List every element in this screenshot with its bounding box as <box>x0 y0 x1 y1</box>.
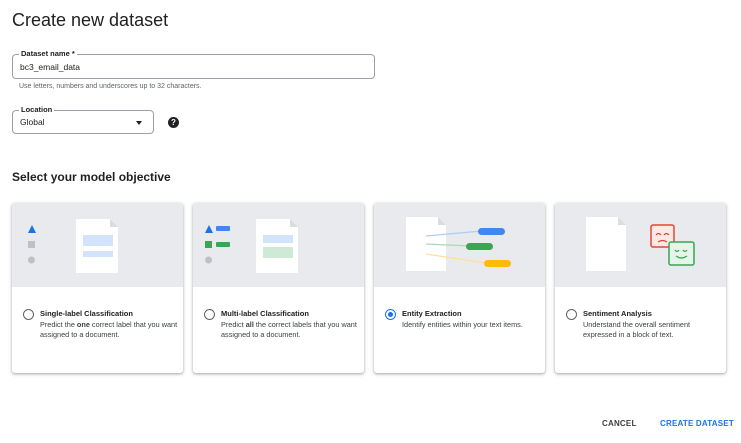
entity-extraction-description: Identify entities within your text items… <box>402 320 523 329</box>
single-label-illustration <box>12 203 183 287</box>
sentiment-analysis-description: Understand the overall sentiment express… <box>583 320 691 339</box>
dataset-name-input[interactable]: bc3_email_data <box>20 62 80 72</box>
page-title: Create new dataset <box>12 10 169 30</box>
location-label: Location <box>19 105 55 115</box>
entity-extraction-radio[interactable] <box>385 309 396 320</box>
multi-label-illustration-icon <box>205 219 298 273</box>
sentiment-analysis-illustration <box>555 203 726 287</box>
multi-label-radio[interactable] <box>204 309 215 320</box>
cancel-button[interactable]: CANCEL <box>602 419 637 428</box>
sentiment-analysis-radio[interactable] <box>566 309 577 320</box>
single-label-radio[interactable] <box>23 309 34 320</box>
multi-label-description: Predict all the correct labels that you … <box>221 320 357 339</box>
objective-card-sentiment-analysis[interactable]: Sentiment Analysis Understand the overal… <box>555 203 726 373</box>
sentiment-analysis-illustration-icon <box>586 217 695 271</box>
entity-extraction-illustration-icon <box>406 217 511 271</box>
objective-card-entity-extraction[interactable]: Entity Extraction Identify entities with… <box>374 203 545 373</box>
objective-card-single-label[interactable]: Single-label Classification Predict the … <box>12 203 183 373</box>
multi-label-title: Multi-label Classification <box>221 309 309 318</box>
help-icon[interactable]: ? <box>168 117 179 128</box>
single-label-illustration-icon <box>28 219 118 273</box>
dataset-name-hint: Use letters, numbers and underscores up … <box>19 83 202 90</box>
dataset-name-label: Dataset name * <box>19 49 77 59</box>
objective-card-multi-label[interactable]: Multi-label Classification Predict all t… <box>193 203 364 373</box>
multi-label-illustration <box>193 203 364 287</box>
create-dataset-button[interactable]: CREATE DATASET <box>660 419 734 428</box>
dropdown-arrow-icon[interactable] <box>136 121 142 125</box>
location-select[interactable]: Location Global <box>12 105 154 134</box>
single-label-title: Single-label Classification <box>40 309 133 318</box>
entity-extraction-illustration <box>374 203 545 287</box>
sentiment-analysis-title: Sentiment Analysis <box>583 309 652 318</box>
single-label-description: Predict the one correct label that you w… <box>40 320 178 339</box>
dataset-name-field[interactable]: Dataset name * bc3_email_data <box>12 49 375 79</box>
entity-extraction-title: Entity Extraction <box>402 309 462 318</box>
objective-heading: Select your model objective <box>12 170 171 184</box>
location-value[interactable]: Global <box>20 117 45 127</box>
